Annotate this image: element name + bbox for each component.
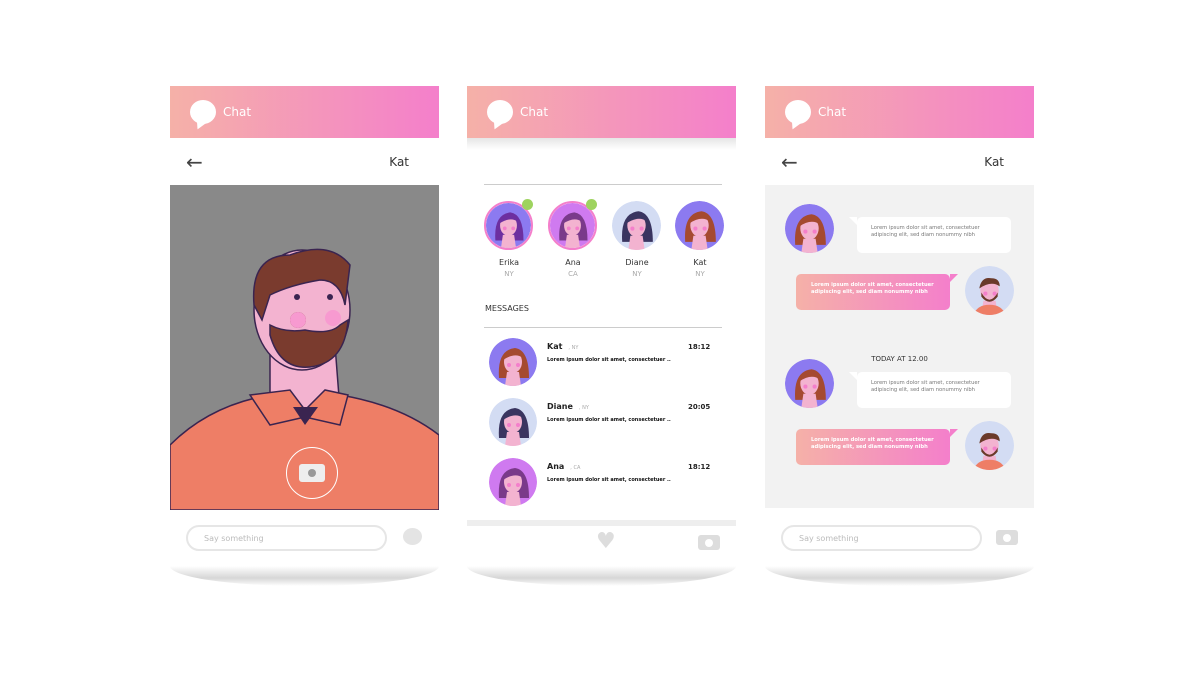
message-preview: Lorem ipsum dolor sit amet, consectetuer…: [547, 357, 671, 363]
divider: [484, 184, 722, 185]
message-preview: Lorem ipsum dolor sit amet, consectetuer…: [547, 477, 671, 483]
back-arrow-icon[interactable]: ←: [781, 150, 798, 174]
story-name: Erika: [499, 258, 519, 267]
avatar-diane[interactable]: [489, 398, 537, 446]
message-row[interactable]: Ana, CA 18:12 Lorem ipsum dolor sit amet, …: [467, 458, 736, 514]
message-row[interactable]: Diane, NY 20:05 Lorem ipsum dolor sit amet…: [467, 398, 736, 454]
online-status-dot: [586, 199, 597, 210]
message-input[interactable]: Say something: [186, 525, 387, 551]
story-name: Ana: [565, 258, 581, 267]
avatar-kat[interactable]: [489, 338, 537, 386]
chat-area: TODAY AT 12.00 Lorem ipsum dolor sit ame…: [765, 185, 1034, 508]
chat-conversation-screen: Chat ← Kat TODAY AT 12.00 Lorem ipsum dol…: [765, 86, 1034, 586]
message-location: , NY: [578, 405, 589, 411]
messages-label: MESSAGES: [485, 304, 529, 313]
story-location: NY: [632, 270, 642, 278]
online-status-dot: [522, 199, 533, 210]
contact-name: Kat: [984, 154, 1004, 169]
chat-bubble-icon: [785, 100, 811, 124]
send-bubble-icon[interactable]: [403, 528, 422, 545]
story-name: Kat: [693, 258, 707, 267]
bottom-nav: ♥: [467, 520, 736, 564]
app-title: Chat: [818, 105, 847, 119]
camera-icon: [299, 464, 325, 482]
app-header: Chat: [765, 86, 1034, 138]
message-sender: Kat, NY: [547, 342, 579, 351]
message-preview: Lorem ipsum dolor sit amet, consectetuer…: [547, 417, 671, 423]
chat-bubble-icon: [487, 100, 513, 124]
contact-name: Kat: [389, 154, 409, 169]
message-time: 18:12: [688, 463, 711, 471]
back-arrow-icon[interactable]: ←: [186, 150, 203, 174]
camera-icon[interactable]: [698, 535, 720, 550]
phone-shadow: [765, 566, 1034, 586]
messages-list-screen: Chat MESSAGES Kat, NY 18:12 Lorem ipsum do…: [467, 86, 736, 586]
message-row[interactable]: Kat, NY 18:12 Lorem ipsum dolor sit amet, …: [467, 338, 736, 394]
incoming-message-bubble: Lorem ipsum dolor sit amet, consectetuer…: [849, 217, 1011, 253]
message-sender: Diane, NY: [547, 402, 589, 411]
story-location: CA: [568, 270, 578, 278]
divider: [484, 327, 722, 328]
heart-icon[interactable]: ♥: [596, 529, 616, 554]
video-feed: [170, 185, 439, 510]
story-location: NY: [695, 270, 705, 278]
chat-bubble-icon: [190, 100, 216, 124]
message-input[interactable]: Say something: [781, 525, 982, 551]
avatar-me[interactable]: [965, 421, 1014, 470]
app-header: Chat: [170, 86, 439, 138]
camera-icon[interactable]: [996, 530, 1018, 545]
camera-switch-button[interactable]: [286, 447, 338, 499]
message-time: 18:12: [688, 343, 711, 351]
avatar-me[interactable]: [965, 266, 1014, 315]
outgoing-message-bubble: Lorem ipsum dolor sit amet, consectetuer…: [796, 274, 958, 310]
avatar-kat[interactable]: [675, 201, 724, 250]
outgoing-message-bubble: Lorem ipsum dolor sit amet, consectetuer…: [796, 429, 958, 465]
app-title: Chat: [520, 105, 549, 119]
story-name: Diane: [625, 258, 649, 267]
avatar-ana[interactable]: [489, 458, 537, 506]
message-location: , NY: [568, 345, 579, 351]
app-header: Chat: [467, 86, 736, 138]
message-sender: Ana, CA: [547, 462, 581, 471]
story-location: NY: [504, 270, 514, 278]
message-location: , CA: [570, 465, 581, 471]
incoming-message-bubble: Lorem ipsum dolor sit amet, consectetuer…: [849, 372, 1011, 408]
phone-shadow: [467, 566, 736, 586]
phone-shadow: [170, 566, 439, 586]
message-time: 20:05: [688, 403, 711, 411]
avatar-kat[interactable]: [785, 359, 834, 408]
avatar-kat[interactable]: [785, 204, 834, 253]
avatar-diane[interactable]: [612, 201, 661, 250]
app-title: Chat: [223, 105, 252, 119]
video-call-screen: Chat ← Kat Say something: [170, 86, 439, 586]
